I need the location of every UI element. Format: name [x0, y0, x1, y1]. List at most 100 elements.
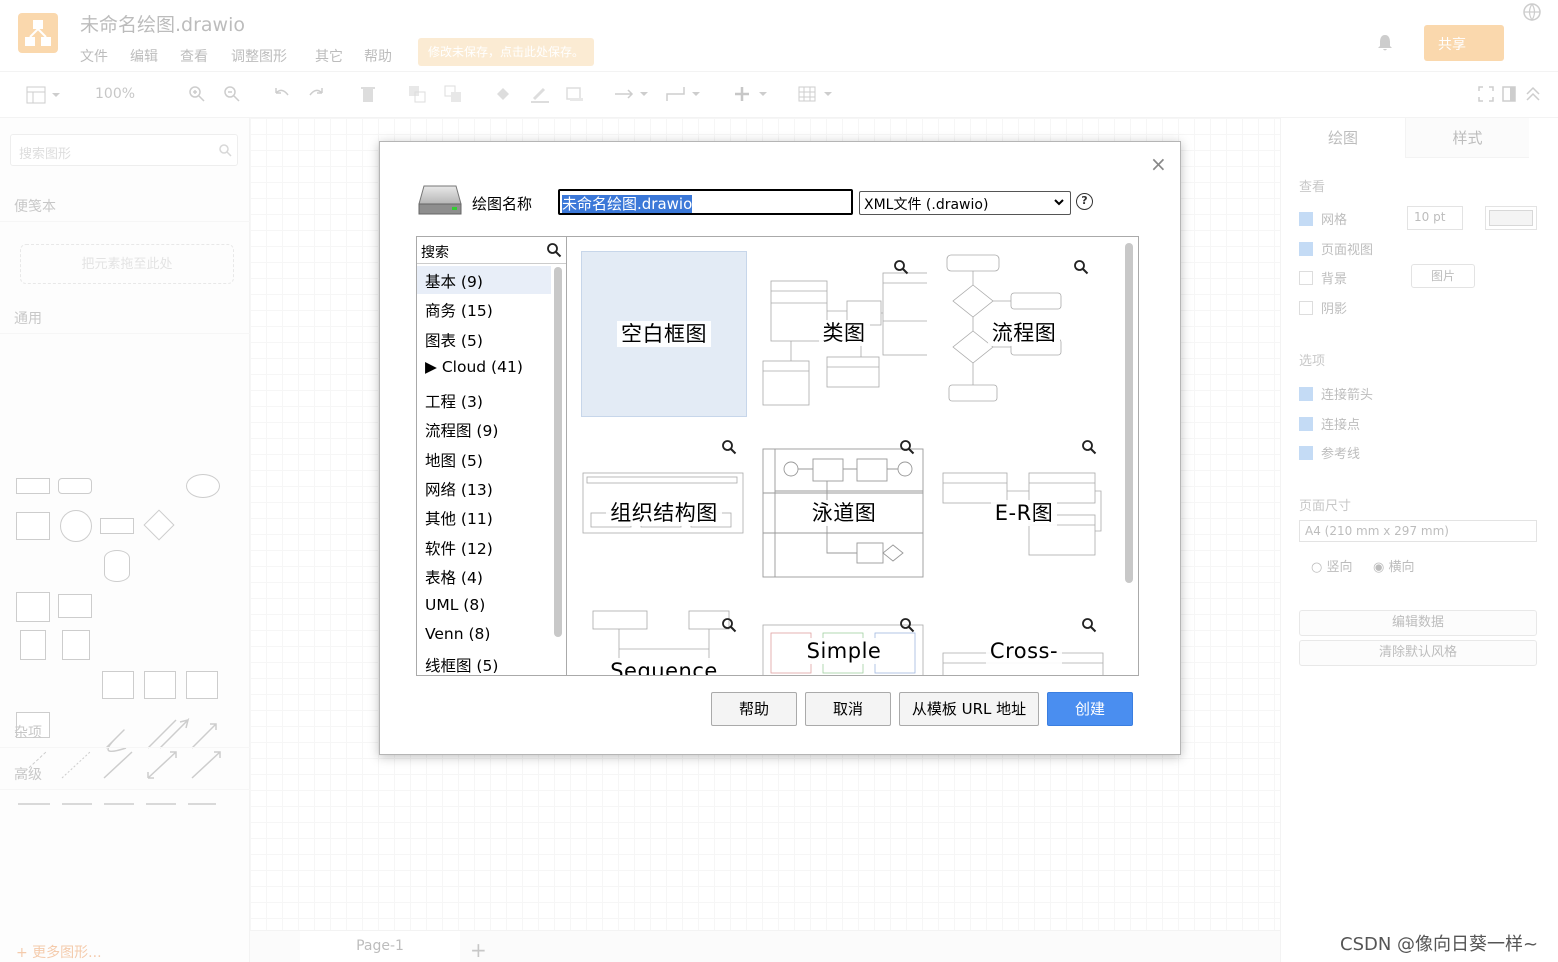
shape-search-input[interactable]: 搜索图形 — [10, 134, 238, 166]
template-flowchart[interactable]: 流程图 — [941, 251, 1107, 417]
zoom-icon[interactable] — [1081, 439, 1097, 455]
circle-shape[interactable] — [60, 510, 92, 542]
template-er-diagram[interactable]: E-R图 — [941, 431, 1107, 597]
collapse-icon[interactable] — [1525, 86, 1541, 102]
process-shape[interactable] — [100, 518, 134, 534]
category-engineering[interactable]: 工程 (3) — [417, 386, 551, 414]
general-header[interactable]: 通用 — [0, 304, 250, 334]
menu-help[interactable]: 帮助 — [364, 46, 392, 66]
unsaved-notice[interactable]: 修改未保存，点击此处保存。 — [418, 38, 595, 66]
share-button[interactable]: 共享 — [1424, 25, 1504, 61]
bell-icon[interactable] — [1375, 33, 1395, 53]
menu-view[interactable]: 查看 — [180, 46, 208, 66]
template-blank[interactable]: 空白框图 — [581, 251, 747, 417]
category-business[interactable]: 商务 (15) — [417, 295, 551, 323]
template-cross-functional[interactable]: Cross- — [941, 609, 1107, 675]
guides-checkbox[interactable]: 参考线 — [1299, 443, 1360, 462]
category-software[interactable]: 软件 (12) — [417, 533, 551, 561]
category-other[interactable]: 其他 (11) — [417, 503, 551, 531]
redo-icon[interactable] — [308, 85, 326, 103]
template-swimlane[interactable]: 泳道图 — [761, 431, 927, 597]
template-sequence[interactable]: Sequence — [581, 609, 747, 675]
edit-data-button[interactable]: 编辑数据 — [1299, 610, 1537, 636]
cube-shape[interactable] — [58, 594, 92, 618]
connection-arrows-checkbox[interactable]: 连接箭头 — [1299, 384, 1373, 403]
to-back-icon[interactable] — [444, 85, 462, 103]
zoom-icon[interactable] — [893, 259, 909, 275]
to-front-icon[interactable] — [408, 85, 426, 103]
delete-icon[interactable] — [360, 85, 376, 103]
tab-style[interactable]: 样式 — [1405, 118, 1529, 158]
more-shapes-link[interactable]: + 更多图形... — [16, 942, 102, 962]
menu-extras[interactable]: 其它 — [315, 46, 343, 66]
square-shape-2[interactable] — [102, 671, 134, 699]
template-simple[interactable]: Simple — [761, 609, 927, 675]
container-shape[interactable] — [144, 671, 176, 699]
help-icon[interactable]: ? — [1076, 193, 1093, 210]
fill-color-icon[interactable] — [494, 85, 512, 103]
category-uml[interactable]: UML (8) — [417, 592, 551, 620]
template-org-chart[interactable]: 组织结构图 — [581, 431, 747, 597]
category-cloud[interactable]: ▶ Cloud (41) — [417, 354, 551, 382]
cancel-button[interactable]: 取消 — [805, 692, 891, 726]
diamond-shape[interactable] — [143, 509, 175, 541]
category-search[interactable]: 搜索 — [417, 237, 566, 264]
category-charts[interactable]: 图表 (5) — [417, 325, 551, 353]
clear-default-style-button[interactable]: 清除默认风格 — [1299, 640, 1537, 666]
ellipse-shape[interactable] — [186, 474, 220, 498]
cylinder-shape[interactable] — [104, 550, 130, 582]
rectangle-shape[interactable] — [16, 478, 50, 494]
category-basic[interactable]: 基本 (9) — [417, 266, 551, 294]
category-flowcharts[interactable]: 流程图 (9) — [417, 415, 551, 443]
category-scrollbar[interactable] — [554, 267, 562, 637]
search-icon[interactable] — [218, 143, 232, 157]
table-icon[interactable] — [798, 85, 836, 103]
frame-shape[interactable] — [186, 671, 218, 699]
file-format-select[interactable]: XML文件 (.drawio) — [859, 191, 1071, 215]
rounded-rect-shape[interactable] — [58, 478, 92, 494]
add-page-icon[interactable]: + — [470, 938, 487, 962]
internal-storage-shape[interactable] — [16, 592, 50, 622]
connection-icon[interactable] — [614, 85, 652, 103]
zoom-icon[interactable] — [899, 617, 915, 633]
category-network[interactable]: 网络 (13) — [417, 474, 551, 502]
document-title[interactable]: 未命名绘图.drawio — [80, 10, 245, 37]
page-view-checkbox[interactable]: 页面视图 — [1299, 239, 1373, 258]
search-icon[interactable] — [546, 242, 562, 258]
paper-size-select[interactable]: A4 (210 mm x 297 mm) — [1299, 520, 1537, 542]
connection-points-checkbox[interactable]: 连接点 — [1299, 414, 1360, 433]
format-panel-icon[interactable] — [1502, 86, 1516, 102]
line-color-icon[interactable] — [530, 85, 550, 103]
menu-file[interactable]: 文件 — [80, 46, 108, 66]
zoom-icon[interactable] — [899, 439, 915, 455]
tab-diagram[interactable]: 绘图 — [1281, 118, 1405, 158]
grid-color-swatch[interactable] — [1485, 206, 1537, 230]
scratchpad-header[interactable]: 便笺本 — [0, 192, 250, 222]
category-wireframes[interactable]: 线框图 (5) — [417, 650, 551, 675]
globe-icon[interactable] — [1522, 2, 1542, 22]
zoom-icon[interactable] — [1073, 259, 1089, 275]
fullscreen-icon[interactable] — [1478, 86, 1494, 102]
misc-header[interactable]: 杂项 — [0, 718, 250, 748]
category-maps[interactable]: 地图 (5) — [417, 445, 551, 473]
grid-checkbox[interactable]: 网格 — [1299, 209, 1347, 228]
page-layout-icon[interactable] — [26, 86, 62, 104]
filename-input[interactable]: 未命名绘图.drawio — [558, 189, 853, 215]
zoom-icon[interactable] — [1081, 617, 1097, 633]
menu-edit[interactable]: 编辑 — [130, 46, 158, 66]
zoom-out-icon[interactable] — [223, 85, 241, 103]
background-image-button[interactable]: 图片 — [1411, 264, 1475, 288]
zoom-in-icon[interactable] — [188, 85, 206, 103]
category-tables[interactable]: 表格 (4) — [417, 562, 551, 590]
close-icon[interactable]: × — [1150, 152, 1167, 176]
help-button[interactable]: 帮助 — [711, 692, 797, 726]
zoom-icon[interactable] — [721, 617, 737, 633]
waypoints-icon[interactable] — [666, 85, 704, 103]
landscape-radio[interactable]: ◉ 横向 — [1373, 556, 1415, 575]
template-class-diagram[interactable]: 类图 — [761, 251, 927, 417]
menu-arrange[interactable]: 调整图形 — [231, 46, 287, 66]
template-scrollbar[interactable] — [1125, 243, 1133, 583]
portrait-radio[interactable]: ○ 竖向 — [1311, 556, 1353, 575]
zoom-level[interactable]: 100% — [95, 86, 135, 102]
create-button[interactable]: 创建 — [1047, 692, 1133, 726]
